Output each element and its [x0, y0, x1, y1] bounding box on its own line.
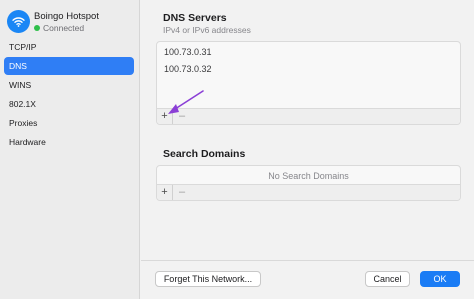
network-settings-window: Boingo Hotspot Connected TCP/IP DNS WINS… [0, 0, 474, 299]
annotation-arrow-icon [168, 90, 204, 114]
